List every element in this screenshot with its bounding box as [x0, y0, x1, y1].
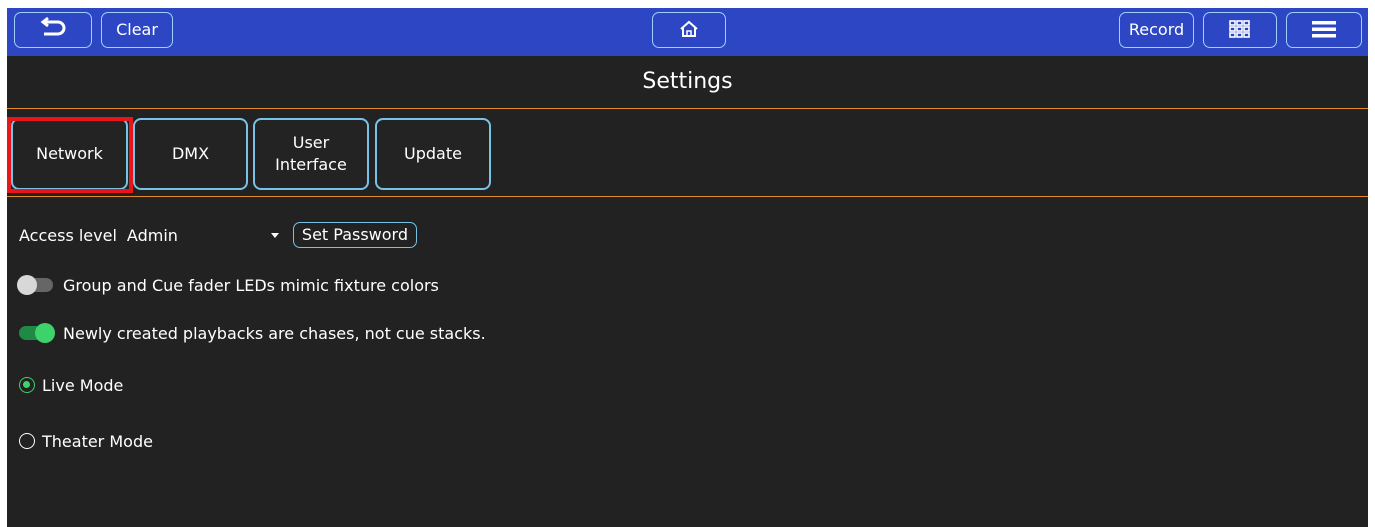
grid-icon: [1229, 20, 1250, 38]
page-title: Settings: [7, 56, 1368, 109]
tab-user-interface-label: User Interface: [275, 133, 347, 174]
chase-setting: Newly created playbacks are chases, not …: [19, 322, 486, 344]
tab-update-label: Update: [404, 144, 462, 163]
live-mode-label: Live Mode: [42, 375, 124, 395]
toggle-knob: [35, 323, 55, 343]
chase-label: Newly created playbacks are chases, not …: [63, 323, 486, 343]
top-toolbar: Clear Record: [7, 8, 1368, 56]
tab-dmx[interactable]: DMX: [133, 118, 248, 190]
access-level-row: Access level Admin Set Password: [19, 222, 417, 248]
live-mode-option[interactable]: Live Mode: [19, 375, 123, 395]
home-icon: [680, 20, 698, 37]
tab-update[interactable]: Update: [375, 118, 491, 190]
back-button[interactable]: [14, 12, 92, 48]
grid-view-button[interactable]: [1203, 12, 1277, 48]
theater-mode-label: Theater Mode: [42, 431, 153, 451]
menu-button[interactable]: [1286, 12, 1362, 48]
theater-mode-option[interactable]: Theater Mode: [19, 431, 153, 451]
fader-led-setting: Group and Cue fader LEDs mimic fixture c…: [17, 274, 439, 296]
access-level-dropdown[interactable]: Admin: [127, 222, 287, 248]
tab-network[interactable]: Network: [11, 118, 128, 190]
record-button[interactable]: Record: [1119, 12, 1194, 48]
dropdown-caret-icon: [270, 232, 279, 238]
home-button[interactable]: [652, 12, 726, 48]
live-mode-radio[interactable]: [19, 377, 35, 393]
undo-arrow-icon: [40, 16, 66, 36]
access-level-label: Access level: [19, 225, 117, 245]
settings-tab-bar: Network DMX User Interface Update: [7, 110, 1368, 197]
tab-network-label: Network: [36, 144, 103, 163]
app-window: Clear Record Settings Network DMX User I…: [7, 8, 1368, 527]
chase-toggle[interactable]: [19, 323, 55, 343]
clear-button[interactable]: Clear: [101, 12, 173, 48]
hamburger-menu-icon: [1312, 21, 1336, 38]
fader-led-toggle[interactable]: [17, 275, 53, 295]
set-password-button[interactable]: Set Password: [292, 222, 417, 248]
tab-user-interface[interactable]: User Interface: [253, 118, 369, 190]
tab-dmx-label: DMX: [171, 144, 210, 163]
toggle-knob: [17, 275, 37, 295]
fader-led-label: Group and Cue fader LEDs mimic fixture c…: [63, 275, 439, 295]
access-level-value: Admin: [126, 225, 178, 245]
theater-mode-radio[interactable]: [19, 433, 35, 449]
